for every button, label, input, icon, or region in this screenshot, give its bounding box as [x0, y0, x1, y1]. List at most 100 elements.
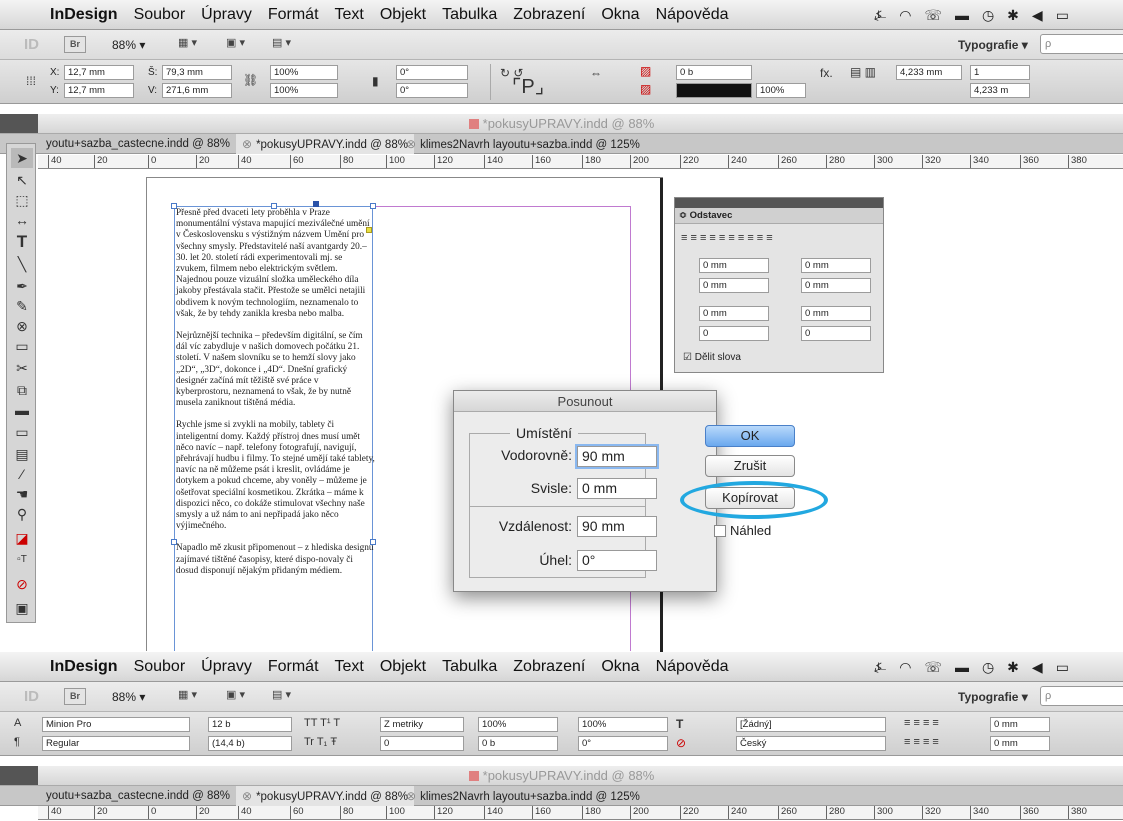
menu-zobrazeni[interactable]: Zobrazení	[513, 658, 585, 676]
character-style-select[interactable]: [Žádný]	[736, 717, 886, 732]
opacity-field[interactable]: 100%	[756, 83, 806, 98]
menu-upravy[interactable]: Úpravy	[201, 6, 252, 24]
apply-none-icon[interactable]: ⊘	[11, 574, 33, 594]
body-text[interactable]: Přesně před dvaceti lety proběhla v Praz…	[176, 208, 375, 588]
close-icon[interactable]: ⊗	[406, 789, 416, 803]
pencil-tool-icon[interactable]: ✎	[11, 296, 33, 316]
small-caps-icon[interactable]: Tr T₁ Ŧ	[304, 736, 337, 748]
close-icon[interactable]: ⊗	[242, 789, 252, 803]
horizontal-input[interactable]: 90 mm	[575, 444, 659, 469]
menu-tabulka[interactable]: Tabulka	[442, 658, 497, 676]
font-style-select[interactable]: Regular	[42, 736, 190, 751]
cancel-button[interactable]: Zrušit	[705, 455, 795, 477]
gradient-tool-icon[interactable]: ▬	[11, 400, 33, 420]
bridge-button[interactable]: Br	[64, 688, 86, 705]
columns-field[interactable]: 1	[970, 65, 1030, 80]
selection-tool-icon[interactable]: ➤	[11, 148, 33, 168]
view-options-icon[interactable]: ▦ ▾	[178, 36, 216, 53]
menu-format[interactable]: Formát	[268, 6, 319, 24]
scale-x-field[interactable]: 100%	[270, 65, 338, 80]
screen-mode-icon[interactable]: ▣ ▾	[226, 36, 264, 53]
menu-format[interactable]: Formát	[268, 658, 319, 676]
fill-stroke-icon[interactable]: ◪	[11, 528, 33, 548]
time-machine-icon[interactable]: ◷	[982, 659, 994, 676]
volume-icon[interactable]: ◀	[1032, 7, 1043, 24]
fx-icon[interactable]: fx.	[820, 66, 833, 80]
gradient-feather-tool-icon[interactable]: ▭	[11, 422, 33, 442]
stroke-weight-field[interactable]: 0 b	[676, 65, 752, 80]
line-tool-icon[interactable]: ╲	[11, 254, 33, 274]
tracking-field[interactable]: 0	[380, 736, 464, 751]
space-after-field[interactable]: 0 mm	[801, 306, 871, 321]
leading-field[interactable]: (14,4 b)	[208, 736, 292, 751]
x-position-field[interactable]: 12,7 mm	[64, 65, 134, 80]
note-tool-icon[interactable]: ▤	[11, 444, 33, 464]
menu-app[interactable]: InDesign	[50, 658, 118, 676]
view-options-icon[interactable]: ▦ ▾	[178, 688, 216, 705]
align-left-icon[interactable]: ≡ ≡ ≡ ≡ ≡ ≡ ≡ ≡ ≡ ≡	[681, 232, 773, 244]
constrain-proportions-icon[interactable]: ⛓	[243, 73, 258, 87]
panel-title[interactable]: ≎ Odstavec	[675, 208, 883, 224]
zoom-select[interactable]: 88% ▾	[112, 38, 145, 52]
vertical-input[interactable]: 0 mm	[577, 478, 657, 499]
ok-button[interactable]: OK	[705, 425, 795, 447]
screen-mode-icon[interactable]: ▣	[11, 598, 33, 618]
bridge-button[interactable]: Br	[64, 36, 86, 53]
kerning-field[interactable]: Z metriky	[380, 717, 464, 732]
menu-napoveda[interactable]: Nápověda	[656, 658, 729, 676]
menu-okna[interactable]: Okna	[601, 6, 639, 24]
baseline-shift-field[interactable]: 0 b	[478, 736, 558, 751]
rectangle-tool-icon[interactable]: ▭	[11, 336, 33, 356]
drop-cap-lines-field[interactable]: 0	[699, 326, 769, 341]
skew-field[interactable]: 0°	[578, 736, 668, 751]
menu-tabulka[interactable]: Tabulka	[442, 6, 497, 24]
search-input[interactable]: ρ	[1040, 34, 1123, 54]
formatting-affects-icon[interactable]: ▫T	[11, 550, 33, 570]
direct-selection-tool-icon[interactable]: ↖	[11, 170, 33, 190]
menu-text[interactable]: Text	[335, 6, 364, 24]
stroke-type-select[interactable]	[676, 83, 752, 98]
preview-checkbox[interactable]: Náhled	[714, 523, 771, 538]
right-indent-field[interactable]: 0 mm	[990, 736, 1050, 751]
menu-soubor[interactable]: Soubor	[134, 658, 186, 676]
scale-y-field[interactable]: 100%	[270, 83, 338, 98]
tab-doc-3[interactable]: ⊗ klimes2Navrh layoutu+sazba.indd @ 125%	[400, 786, 646, 806]
tab-doc-1[interactable]: youtu+sazba_castecne.indd @ 88%	[40, 134, 236, 154]
right-indent-field[interactable]: 0 mm	[801, 258, 871, 273]
free-transform-tool-icon[interactable]: ⧉	[11, 380, 33, 400]
paragraph-mode-icon[interactable]: ¶	[14, 736, 20, 748]
all-caps-icon[interactable]: TT T¹ T	[304, 717, 340, 729]
eyedropper-tool-icon[interactable]: ⁄	[11, 464, 33, 484]
wifi-icon[interactable]: ◠	[899, 7, 911, 24]
page-tool-icon[interactable]: ⬚	[11, 190, 33, 210]
gap-tool-icon[interactable]: ↔	[11, 210, 33, 230]
workspace-switcher[interactable]: Typografie ▾	[958, 38, 1028, 52]
space-before-field[interactable]: 0 mm	[699, 306, 769, 321]
menu-soubor[interactable]: Soubor	[134, 6, 186, 24]
angle-input[interactable]: 0°	[577, 550, 657, 571]
tab-doc-2[interactable]: ⊗ *pokusyUPRAVY.indd @ 88%	[236, 134, 414, 154]
menu-objekt[interactable]: Objekt	[380, 658, 426, 676]
constrain-scale-icon[interactable]: ▮	[372, 74, 379, 88]
menu-text[interactable]: Text	[335, 658, 364, 676]
reference-point-icon[interactable]: ⁞⁞⁞	[26, 74, 36, 88]
close-icon[interactable]: ⊗	[406, 137, 416, 151]
shear-angle-field[interactable]: 0°	[396, 83, 468, 98]
pen-tool-icon[interactable]: ✒	[11, 276, 33, 296]
first-line-indent-field[interactable]: 0 mm	[699, 278, 769, 293]
rotation-angle-field[interactable]: 0°	[396, 65, 468, 80]
text-frame-icon[interactable]: ⌜P⌟	[512, 74, 544, 99]
distance-input[interactable]: 90 mm	[577, 516, 657, 537]
last-line-indent-field[interactable]: 0 mm	[801, 278, 871, 293]
battery-icon[interactable]: ▭	[1056, 7, 1069, 24]
scissors-tool-icon[interactable]: ✂	[11, 358, 33, 378]
menu-okna[interactable]: Okna	[601, 658, 639, 676]
fill-swatch-icon[interactable]: ▨	[640, 64, 651, 78]
search-input[interactable]: ρ	[1040, 686, 1123, 706]
arrange-documents-icon[interactable]: ▤ ▾	[272, 688, 310, 705]
display-icon[interactable]: ▬	[955, 659, 969, 675]
gutter-field[interactable]: 4,233 m	[970, 83, 1030, 98]
column-width-field[interactable]: 4,233 mm	[896, 65, 962, 80]
tab-doc-1[interactable]: youtu+sazba_castecne.indd @ 88%	[40, 786, 236, 806]
tab-doc-3[interactable]: ⊗ klimes2Navrh layoutu+sazba.indd @ 125%	[400, 134, 646, 154]
